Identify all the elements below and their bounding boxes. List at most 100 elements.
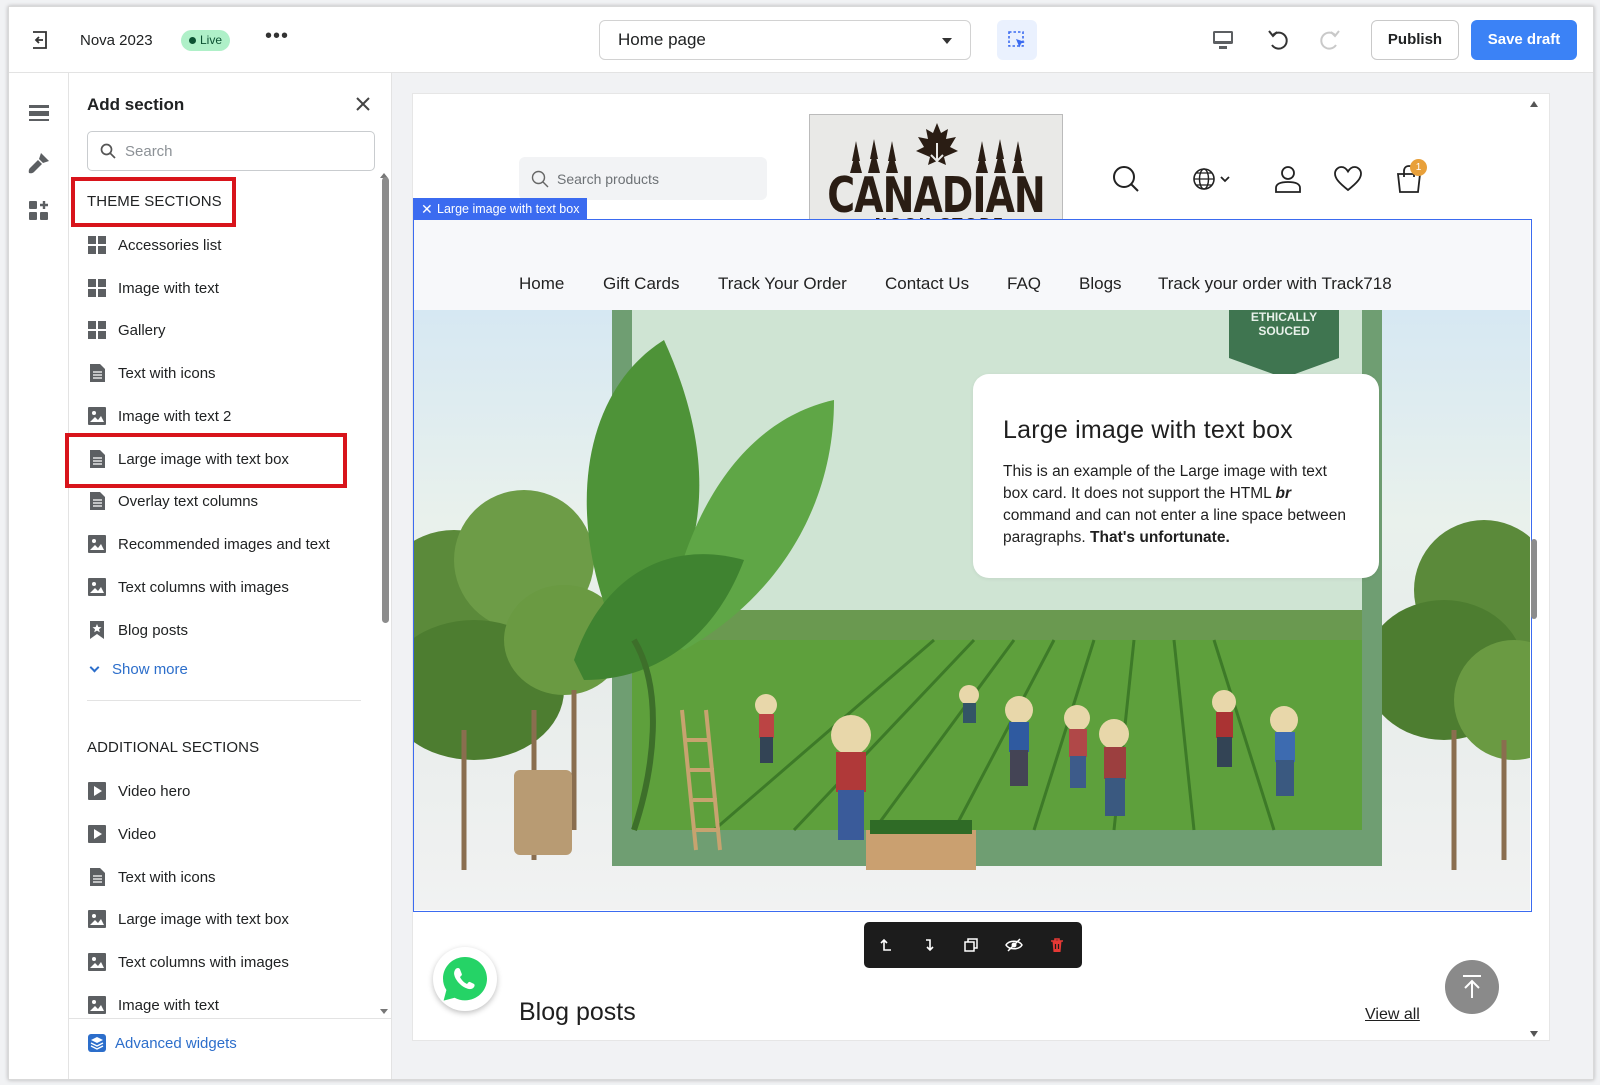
section-item-text-with-icons-additional[interactable]: Text with icons [87, 861, 367, 893]
page-select-value: Home page [618, 30, 706, 49]
move-up-icon[interactable] [878, 936, 896, 954]
image-icon [88, 953, 106, 971]
preview-scroll-up-icon[interactable] [1530, 101, 1538, 107]
image-icon [88, 535, 106, 553]
live-dot-icon [189, 37, 196, 44]
play-icon [88, 825, 106, 843]
section-item-overlay-text-columns[interactable]: Overlay text columns [87, 485, 367, 517]
nav-link-track-your-order[interactable]: Track Your Order [718, 274, 847, 294]
preview-scroll-down-icon[interactable] [1530, 1031, 1538, 1037]
section-item-gallery[interactable]: Gallery [87, 314, 367, 346]
sections-icon[interactable] [27, 101, 51, 125]
nav-link-home[interactable]: Home [519, 274, 564, 294]
theme-editor-window: Nova 2023 Live ••• Home page Publish Sav… [8, 6, 1594, 1080]
editor-left-rail [9, 73, 69, 1079]
section-item-label: Large image with text box [118, 911, 289, 928]
store-search-placeholder: Search products [557, 171, 659, 187]
section-item-video-hero[interactable]: Video hero [87, 775, 367, 807]
divider [87, 700, 361, 701]
scroll-down-arrow-icon[interactable] [380, 1009, 388, 1014]
chevron-down-icon [942, 38, 952, 44]
section-item-label: Image with text [118, 997, 219, 1014]
cart-count-badge: 1 [1410, 159, 1427, 176]
back-to-top-button[interactable] [1445, 960, 1499, 1014]
document-icon [90, 492, 105, 510]
search-icon[interactable] [1111, 164, 1141, 194]
section-item-label: Text columns with images [118, 954, 289, 971]
document-icon [90, 364, 105, 382]
page-select[interactable]: Home page [599, 20, 971, 60]
large-image-hero[interactable]: ETHICALLY SOUCED Large image with text b… [414, 310, 1530, 910]
text-box-heading: Large image with text box [1003, 416, 1293, 444]
ethically-sourced-banner: ETHICALLY SOUCED [1250, 310, 1318, 338]
delete-trash-icon[interactable] [1048, 936, 1066, 954]
section-item-label: Recommended images and text [118, 536, 330, 553]
section-item-label: Gallery [118, 322, 166, 339]
panel-scrollbar[interactable] [382, 177, 389, 623]
inspector-toggle-button[interactable] [997, 20, 1037, 60]
section-item-large-image-with-text-box-additional[interactable]: Large image with text box [87, 903, 367, 935]
section-item-image-with-text-2[interactable]: Image with text 2 [87, 400, 367, 432]
image-icon [88, 910, 106, 928]
exit-icon[interactable] [29, 29, 51, 51]
highlight-box-large-image-item [65, 433, 347, 488]
section-item-image-with-text[interactable]: Image with text [87, 272, 367, 304]
section-item-recommended-images-and-text[interactable]: Recommended images and text [87, 528, 367, 560]
section-action-toolbar [864, 922, 1082, 968]
section-item-text-with-icons[interactable]: Text with icons [87, 357, 367, 389]
globe-language-icon[interactable] [1191, 164, 1235, 194]
store-search-input[interactable]: Search products [519, 157, 767, 200]
publish-button[interactable]: Publish [1371, 20, 1459, 60]
more-actions-button[interactable]: ••• [265, 25, 289, 48]
save-draft-button[interactable]: Save draft [1471, 20, 1577, 60]
section-item-text-columns-with-images-additional[interactable]: Text columns with images [87, 946, 367, 978]
preview-scrollbar[interactable] [1531, 539, 1537, 619]
theme-settings-brush-icon[interactable] [27, 151, 51, 175]
section-item-image-with-text-additional[interactable]: Image with text [87, 989, 367, 1021]
undo-icon[interactable] [1265, 27, 1291, 53]
show-more-button[interactable]: Show more [89, 661, 188, 678]
hide-eye-icon[interactable] [1005, 936, 1023, 954]
whatsapp-chat-button[interactable] [433, 947, 497, 1011]
duplicate-icon[interactable] [962, 936, 980, 954]
close-icon[interactable] [354, 95, 372, 113]
grid-icon [88, 321, 106, 339]
panel-title: Add section [87, 95, 185, 114]
nav-link-blogs[interactable]: Blogs [1079, 274, 1122, 294]
section-item-label: Video [118, 826, 157, 843]
advanced-widgets-label: Advanced widgets [115, 1035, 237, 1052]
nav-link-faq[interactable]: FAQ [1007, 274, 1041, 294]
nav-link-track718[interactable]: Track your order with Track718 [1158, 274, 1392, 294]
section-item-label: Accessories list [118, 237, 222, 254]
redo-icon[interactable] [1317, 27, 1343, 53]
editor-topbar: Nova 2023 Live ••• Home page Publish Sav… [9, 7, 1593, 73]
additional-sections-heading: ADDITIONAL SECTIONS [87, 739, 260, 756]
section-item-text-columns-with-images[interactable]: Text columns with images [87, 571, 367, 603]
bookmark-icon [90, 621, 104, 639]
status-badge: Live [181, 30, 231, 51]
storefront-preview: Search products CANADIAN ·· [412, 93, 1550, 1041]
section-item-label: Text columns with images [118, 579, 289, 596]
move-down-icon[interactable] [920, 936, 938, 954]
account-icon[interactable] [1273, 164, 1303, 194]
nav-link-gift-cards[interactable]: Gift Cards [603, 274, 680, 294]
section-item-accessories-list[interactable]: Accessories list [87, 229, 367, 261]
advanced-widgets-link[interactable]: Advanced widgets [69, 1018, 391, 1068]
section-search-input[interactable]: Search [87, 131, 375, 171]
section-item-video[interactable]: Video [87, 818, 367, 850]
text-box-body: This is an example of the Large image wi… [1003, 461, 1353, 549]
apps-add-icon[interactable] [27, 199, 51, 223]
selected-section-label[interactable]: ✕ Large image with text box [413, 198, 588, 220]
store-main-nav: Home Gift Cards Track Your Order Contact… [414, 220, 1530, 310]
wishlist-heart-icon[interactable] [1333, 164, 1363, 194]
layers-icon [88, 1034, 106, 1052]
view-all-link[interactable]: View all [1365, 1006, 1420, 1024]
search-icon [531, 170, 549, 188]
section-item-label: Image with text [118, 280, 219, 297]
show-more-label: Show more [112, 661, 188, 678]
desktop-preview-icon[interactable] [1210, 27, 1236, 53]
image-icon [88, 578, 106, 596]
section-item-blog-posts[interactable]: Blog posts [87, 614, 367, 646]
close-icon[interactable]: ✕ [421, 198, 433, 220]
nav-link-contact-us[interactable]: Contact Us [885, 274, 969, 294]
